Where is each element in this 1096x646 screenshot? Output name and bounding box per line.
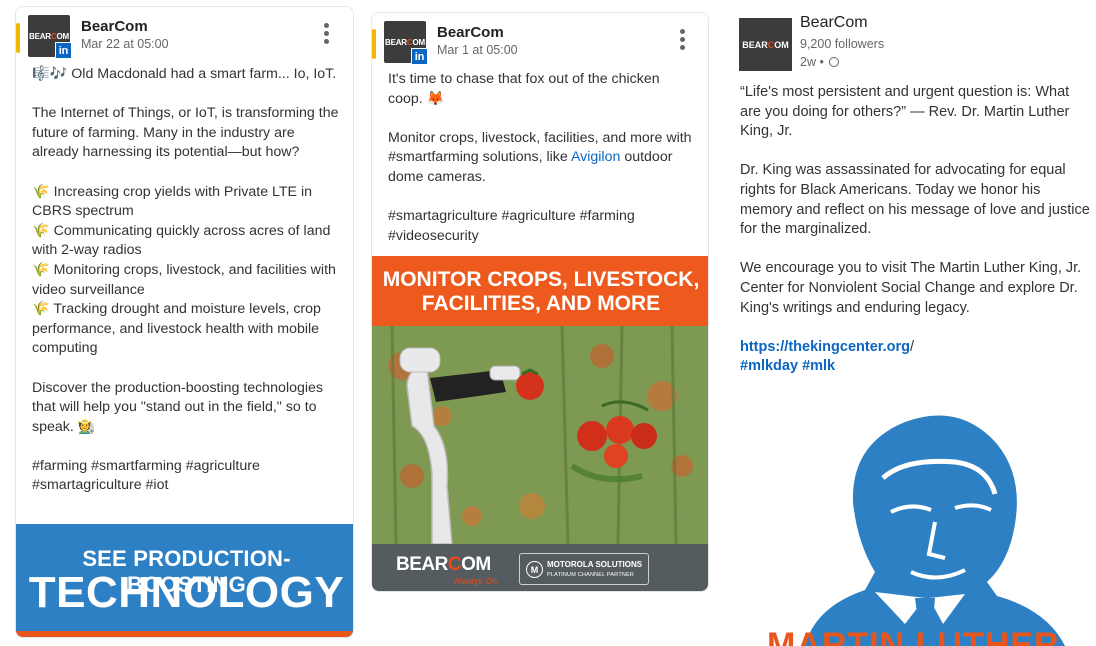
post-paragraph: Discover the production-boosting technol… bbox=[32, 379, 324, 435]
more-options-icon[interactable] bbox=[677, 29, 687, 53]
company-logo[interactable]: BEARCOM in bbox=[384, 21, 428, 65]
company-logo[interactable]: BEARCOM bbox=[739, 18, 792, 71]
post-quote: “Life's most persistent and urgent quest… bbox=[740, 84, 1070, 140]
follower-count: 9,200 followers bbox=[800, 37, 885, 51]
post-body: “Life's most persistent and urgent quest… bbox=[740, 83, 1090, 377]
post-bullet-list: 🌾 Increasing crop yields with Private LT… bbox=[32, 183, 336, 357]
image-headline-line1: MONITOR CROPS, LIVESTOCK, bbox=[382, 268, 700, 291]
post-image-footer: BEARCOM Always On M MOTOROLA SOLUTIONS P… bbox=[372, 544, 708, 591]
link-suffix: / bbox=[910, 338, 915, 355]
motorola-icon: M bbox=[526, 561, 543, 578]
author-name[interactable]: BearCom bbox=[81, 18, 148, 35]
post-hashtags[interactable]: #mlkday #mlk bbox=[740, 358, 835, 374]
unread-accent-bar bbox=[16, 23, 20, 53]
more-options-icon[interactable] bbox=[321, 23, 331, 47]
post-time: 2w • bbox=[800, 55, 840, 69]
post-date: Mar 1 at 05:00 bbox=[437, 43, 518, 57]
robot-arm-tomato-photo[interactable] bbox=[372, 326, 708, 544]
photo-illustration bbox=[372, 326, 708, 544]
avigilon-link[interactable]: Avigilon bbox=[571, 149, 620, 165]
image-headline-line2: FACILITIES, AND MORE bbox=[421, 292, 661, 315]
post-image-banner[interactable]: SEE PRODUCTION-BOOSTING TECHNOLOGY bbox=[16, 524, 353, 637]
image-title: MARTIN LUTHER bbox=[767, 626, 1060, 646]
company-logo[interactable]: BEARCOM in bbox=[28, 15, 72, 59]
post-card-1: BEARCOM in BearCom Mar 22 at 05:00 🎼🎶 Ol… bbox=[15, 6, 354, 638]
post-body: 🎼🎶 Old Macdonald had a smart farm... Io,… bbox=[32, 65, 344, 496]
post-paragraph: It's time to chase that fox out of the c… bbox=[388, 71, 660, 107]
banner-title: TECHNOLOGY bbox=[28, 568, 345, 617]
post-paragraph: We encourage you to visit The Martin Lut… bbox=[740, 260, 1082, 316]
post-paragraph: 🎼🎶 Old Macdonald had a smart farm... Io,… bbox=[32, 66, 337, 82]
bearcom-tagline: Always On bbox=[454, 576, 498, 586]
linkedin-icon: in bbox=[411, 48, 428, 65]
post-age: 2w • bbox=[800, 55, 824, 69]
kingcenter-link[interactable]: https://thekingcenter.org bbox=[740, 339, 910, 355]
unread-accent-bar bbox=[372, 29, 376, 59]
author-name[interactable]: BearCom bbox=[800, 14, 868, 32]
bearcom-logo: BEARCOM bbox=[396, 554, 491, 575]
post-paragraph: Dr. King was assassinated for advocating… bbox=[740, 162, 1090, 238]
post-paragraph: The Internet of Things, or IoT, is trans… bbox=[32, 105, 339, 161]
post-links: https://thekingcenter.org/ #mlkday #mlk bbox=[740, 338, 1090, 377]
post-body: It's time to chase that fox out of the c… bbox=[388, 70, 698, 246]
globe-icon bbox=[829, 57, 840, 67]
post-card-2: BEARCOM in BearCom Mar 1 at 05:00 It's t… bbox=[371, 12, 709, 592]
post-hashtags[interactable]: #farming #smartfarming #agriculture #sma… bbox=[32, 457, 344, 496]
partner-level: PLATINUM CHANNEL PARTNER bbox=[547, 572, 635, 578]
post-card-3: BEARCOM BearCom 9,200 followers 2w • “Li… bbox=[725, 0, 1096, 646]
partner-name: MOTOROLA SOLUTIONS bbox=[547, 560, 643, 569]
linkedin-icon: in bbox=[55, 42, 72, 59]
banner-strip bbox=[16, 631, 353, 637]
author-name[interactable]: BearCom bbox=[437, 24, 504, 41]
post-date: Mar 22 at 05:00 bbox=[81, 37, 169, 51]
post-image-header[interactable]: MONITOR CROPS, LIVESTOCK, FACILITIES, AN… bbox=[372, 256, 708, 326]
post-paragraph: Monitor crops, livestock, facilities, an… bbox=[388, 129, 698, 188]
post-hashtags[interactable]: #smartagriculture #agriculture #farming … bbox=[388, 207, 698, 246]
mlk-portrait-illustration[interactable] bbox=[765, 392, 1085, 646]
partner-badge: M MOTOROLA SOLUTIONS PLATINUM CHANNEL PA… bbox=[519, 553, 649, 585]
